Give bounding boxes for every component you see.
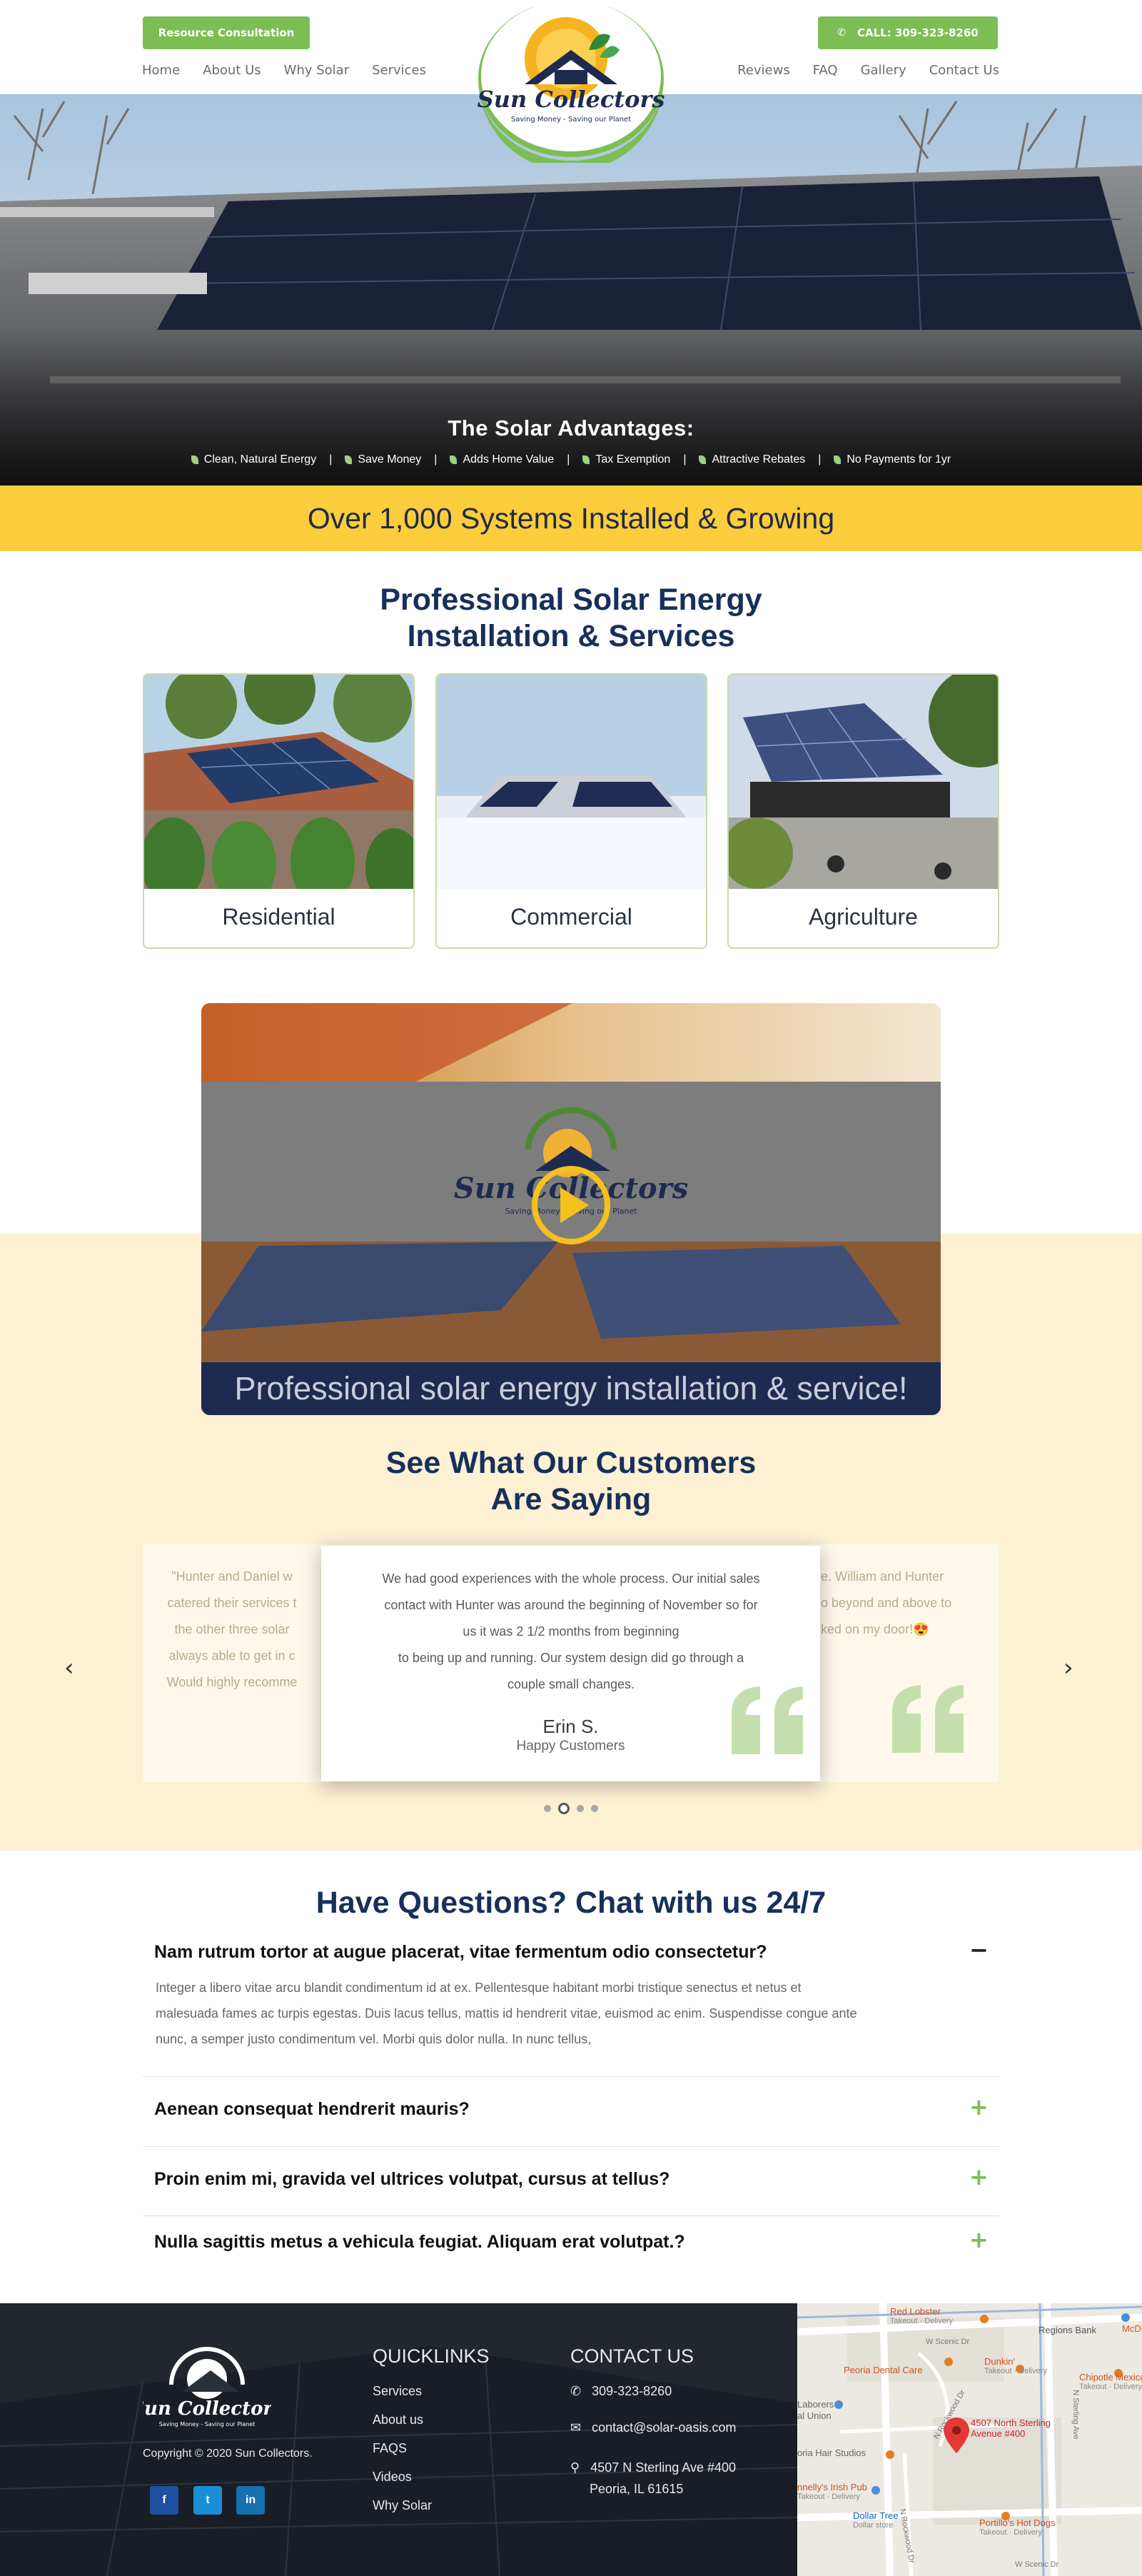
nav-gallery[interactable]: Gallery — [861, 63, 906, 78]
quote-icon — [732, 1686, 803, 1754]
nav-why-solar[interactable]: Why Solar — [284, 63, 349, 78]
footer-link-about[interactable]: About us — [373, 2413, 423, 2427]
carousel-dot[interactable] — [577, 1805, 584, 1812]
service-card-agriculture[interactable]: Agriculture — [727, 673, 999, 949]
testimonial-card-active: We had good experiences with the whole p… — [321, 1546, 820, 1781]
expand-icon[interactable]: + — [969, 2093, 989, 2120]
expand-icon[interactable]: + — [969, 2226, 989, 2253]
faq-answer-1: Integer a libero vitae arcu blandit cond… — [156, 1981, 857, 2046]
call-label: CALL: 309-323-8260 — [856, 26, 979, 39]
testimonial-next-excerpt: e. William and Hunter o beyond and above… — [821, 1569, 952, 1636]
faq-divider — [143, 2076, 999, 2077]
copyright: Copyright © 2020 Sun Collectors. — [143, 2447, 313, 2460]
footer-logo-tagline: Saving Money - Saving our Planet — [159, 2421, 256, 2427]
leaf-icon — [582, 456, 590, 464]
leaf-icon — [191, 456, 198, 464]
advantage-item: Tax Exemption — [582, 453, 670, 466]
advantage-item: Attractive Rebates — [699, 453, 805, 466]
service-card-label: Commercial — [510, 903, 632, 930]
footer-link-videos[interactable]: Videos — [373, 2470, 412, 2485]
video-caption: Professional solar energy installation &… — [201, 1362, 941, 1415]
footer-address: ⚲ 4507 N Sterling Ave #400 Peoria, IL 61… — [570, 2460, 737, 2496]
carousel-next-arrow-icon[interactable]: › — [1063, 1654, 1073, 1682]
quicklinks-heading: QUICKLINKS — [373, 2345, 490, 2367]
twitter-icon[interactable]: t — [193, 2486, 222, 2515]
contact-heading: CONTACT US — [570, 2345, 694, 2367]
carousel-dot[interactable] — [544, 1805, 551, 1812]
call-button[interactable]: ✆ CALL: 309-323-8260 — [818, 16, 998, 49]
service-card-commercial[interactable]: Commercial — [435, 673, 707, 949]
carousel-dot-active[interactable] — [558, 1803, 570, 1814]
footer-phone[interactable]: ✆ 309-323-8260 — [570, 2384, 672, 2399]
collapse-icon[interactable]: − — [969, 1936, 989, 1963]
agriculture-image — [729, 675, 998, 889]
footer-logo[interactable]: Sun Collectors Saving Money - Saving our… — [143, 2335, 271, 2435]
site-footer — [0, 2303, 797, 2576]
carousel-prev-arrow-icon[interactable]: ‹ — [64, 1654, 74, 1682]
leaf-icon — [699, 456, 707, 464]
services-heading: Professional Solar Energy Installation &… — [380, 583, 762, 653]
quote-icon — [892, 1685, 964, 1753]
footer-logo-name: Sun Collectors — [143, 2398, 271, 2420]
linkedin-icon[interactable]: in — [236, 2486, 265, 2515]
faq-divider — [143, 2215, 999, 2216]
faq-heading: Have Questions? Chat with us 24/7 — [315, 1886, 827, 1920]
footer-link-faqs[interactable]: FAQS — [373, 2441, 407, 2456]
testimonial-prev-excerpt: "Hunter and Daniel w catered their servi… — [166, 1569, 298, 1689]
site-logo[interactable]: Sun Collectors Saving Money - Saving our… — [475, 0, 667, 171]
advantage-item: Clean, Natural Energy — [191, 453, 316, 466]
testimonials-heading: See What Our Customers Are Saying — [385, 1446, 757, 1516]
testimonial-body: We had good experiences with the whole p… — [382, 1571, 760, 1691]
expand-icon[interactable]: + — [969, 2163, 989, 2190]
footer-background-image — [0, 2303, 797, 2576]
logo-tagline: Saving Money - Saving our Planet — [511, 116, 631, 124]
footer-link-why-solar[interactable]: Why Solar — [373, 2498, 432, 2513]
phone-icon: ✆ — [837, 27, 846, 39]
resource-consultation-button[interactable]: Resource Consultation — [143, 16, 310, 49]
systems-installed-banner: Over 1,000 Systems Installed & Growing — [0, 485, 1142, 551]
faq-question-2[interactable]: Aenean consequat hendrerit mauris? — [154, 2099, 470, 2120]
faq-question-4[interactable]: Nulla sagittis metus a vehicula feugiat.… — [154, 2232, 685, 2253]
footer-link-services[interactable]: Services — [373, 2384, 422, 2399]
nav-home[interactable]: Home — [142, 63, 180, 78]
nav-services[interactable]: Services — [372, 63, 426, 78]
logo-name: Sun Collectors — [477, 86, 665, 113]
location-map[interactable]: Red Lobster Takeout · Delivery Regions Ba… — [797, 2303, 1142, 2576]
advantages-list: Clean, Natural Energy | Save Money | Add… — [0, 453, 1142, 466]
leaf-icon — [450, 456, 458, 464]
carousel-dot[interactable] — [591, 1805, 598, 1812]
leaf-icon — [834, 456, 842, 464]
advantage-item: Adds Home Value — [450, 453, 554, 466]
main-nav-left: Home About Us Why Solar Services — [142, 63, 449, 78]
service-card-residential[interactable]: Residential — [143, 673, 415, 949]
leaf-icon — [345, 456, 353, 464]
map-pin-label: 4507 North Sterling Avenue #400 — [971, 2417, 1051, 2439]
faq-divider — [143, 2146, 999, 2147]
service-card-label: Residential — [222, 903, 335, 930]
phone-icon: ✆ — [570, 2384, 582, 2398]
nav-contact-us[interactable]: Contact Us — [929, 63, 999, 78]
service-card-label: Agriculture — [809, 903, 918, 930]
facebook-icon[interactable]: f — [150, 2486, 178, 2515]
nav-about-us[interactable]: About Us — [203, 63, 261, 78]
advantage-item: No Payments for 1yr — [834, 453, 951, 466]
advantage-item: Save Money — [345, 453, 421, 466]
nav-reviews[interactable]: Reviews — [737, 63, 790, 78]
main-nav-right: Reviews FAQ Gallery Contact Us — [714, 63, 999, 78]
map-canvas — [797, 2303, 1142, 2576]
residential-image — [144, 675, 413, 889]
hero-title: The Solar Advantages: — [448, 416, 694, 441]
envelope-icon: ✉ — [570, 2420, 582, 2435]
video-thumbnail: Sun Collectors Saving Money - Saving our… — [201, 1003, 941, 1415]
promo-video[interactable]: Sun Collectors Saving Money - Saving our… — [201, 1003, 941, 1415]
location-pin-icon: ⚲ — [570, 2460, 580, 2475]
footer-email[interactable]: ✉ contact@solar-oasis.com — [570, 2420, 736, 2435]
faq-question-1[interactable]: Nam rutrum tortor at augue placerat, vit… — [154, 1942, 767, 1963]
commercial-image — [437, 675, 706, 889]
nav-faq[interactable]: FAQ — [813, 63, 838, 78]
carousel-dots — [544, 1803, 598, 1814]
faq-question-3[interactable]: Proin enim mi, gravida vel ultrices volu… — [154, 2169, 669, 2190]
